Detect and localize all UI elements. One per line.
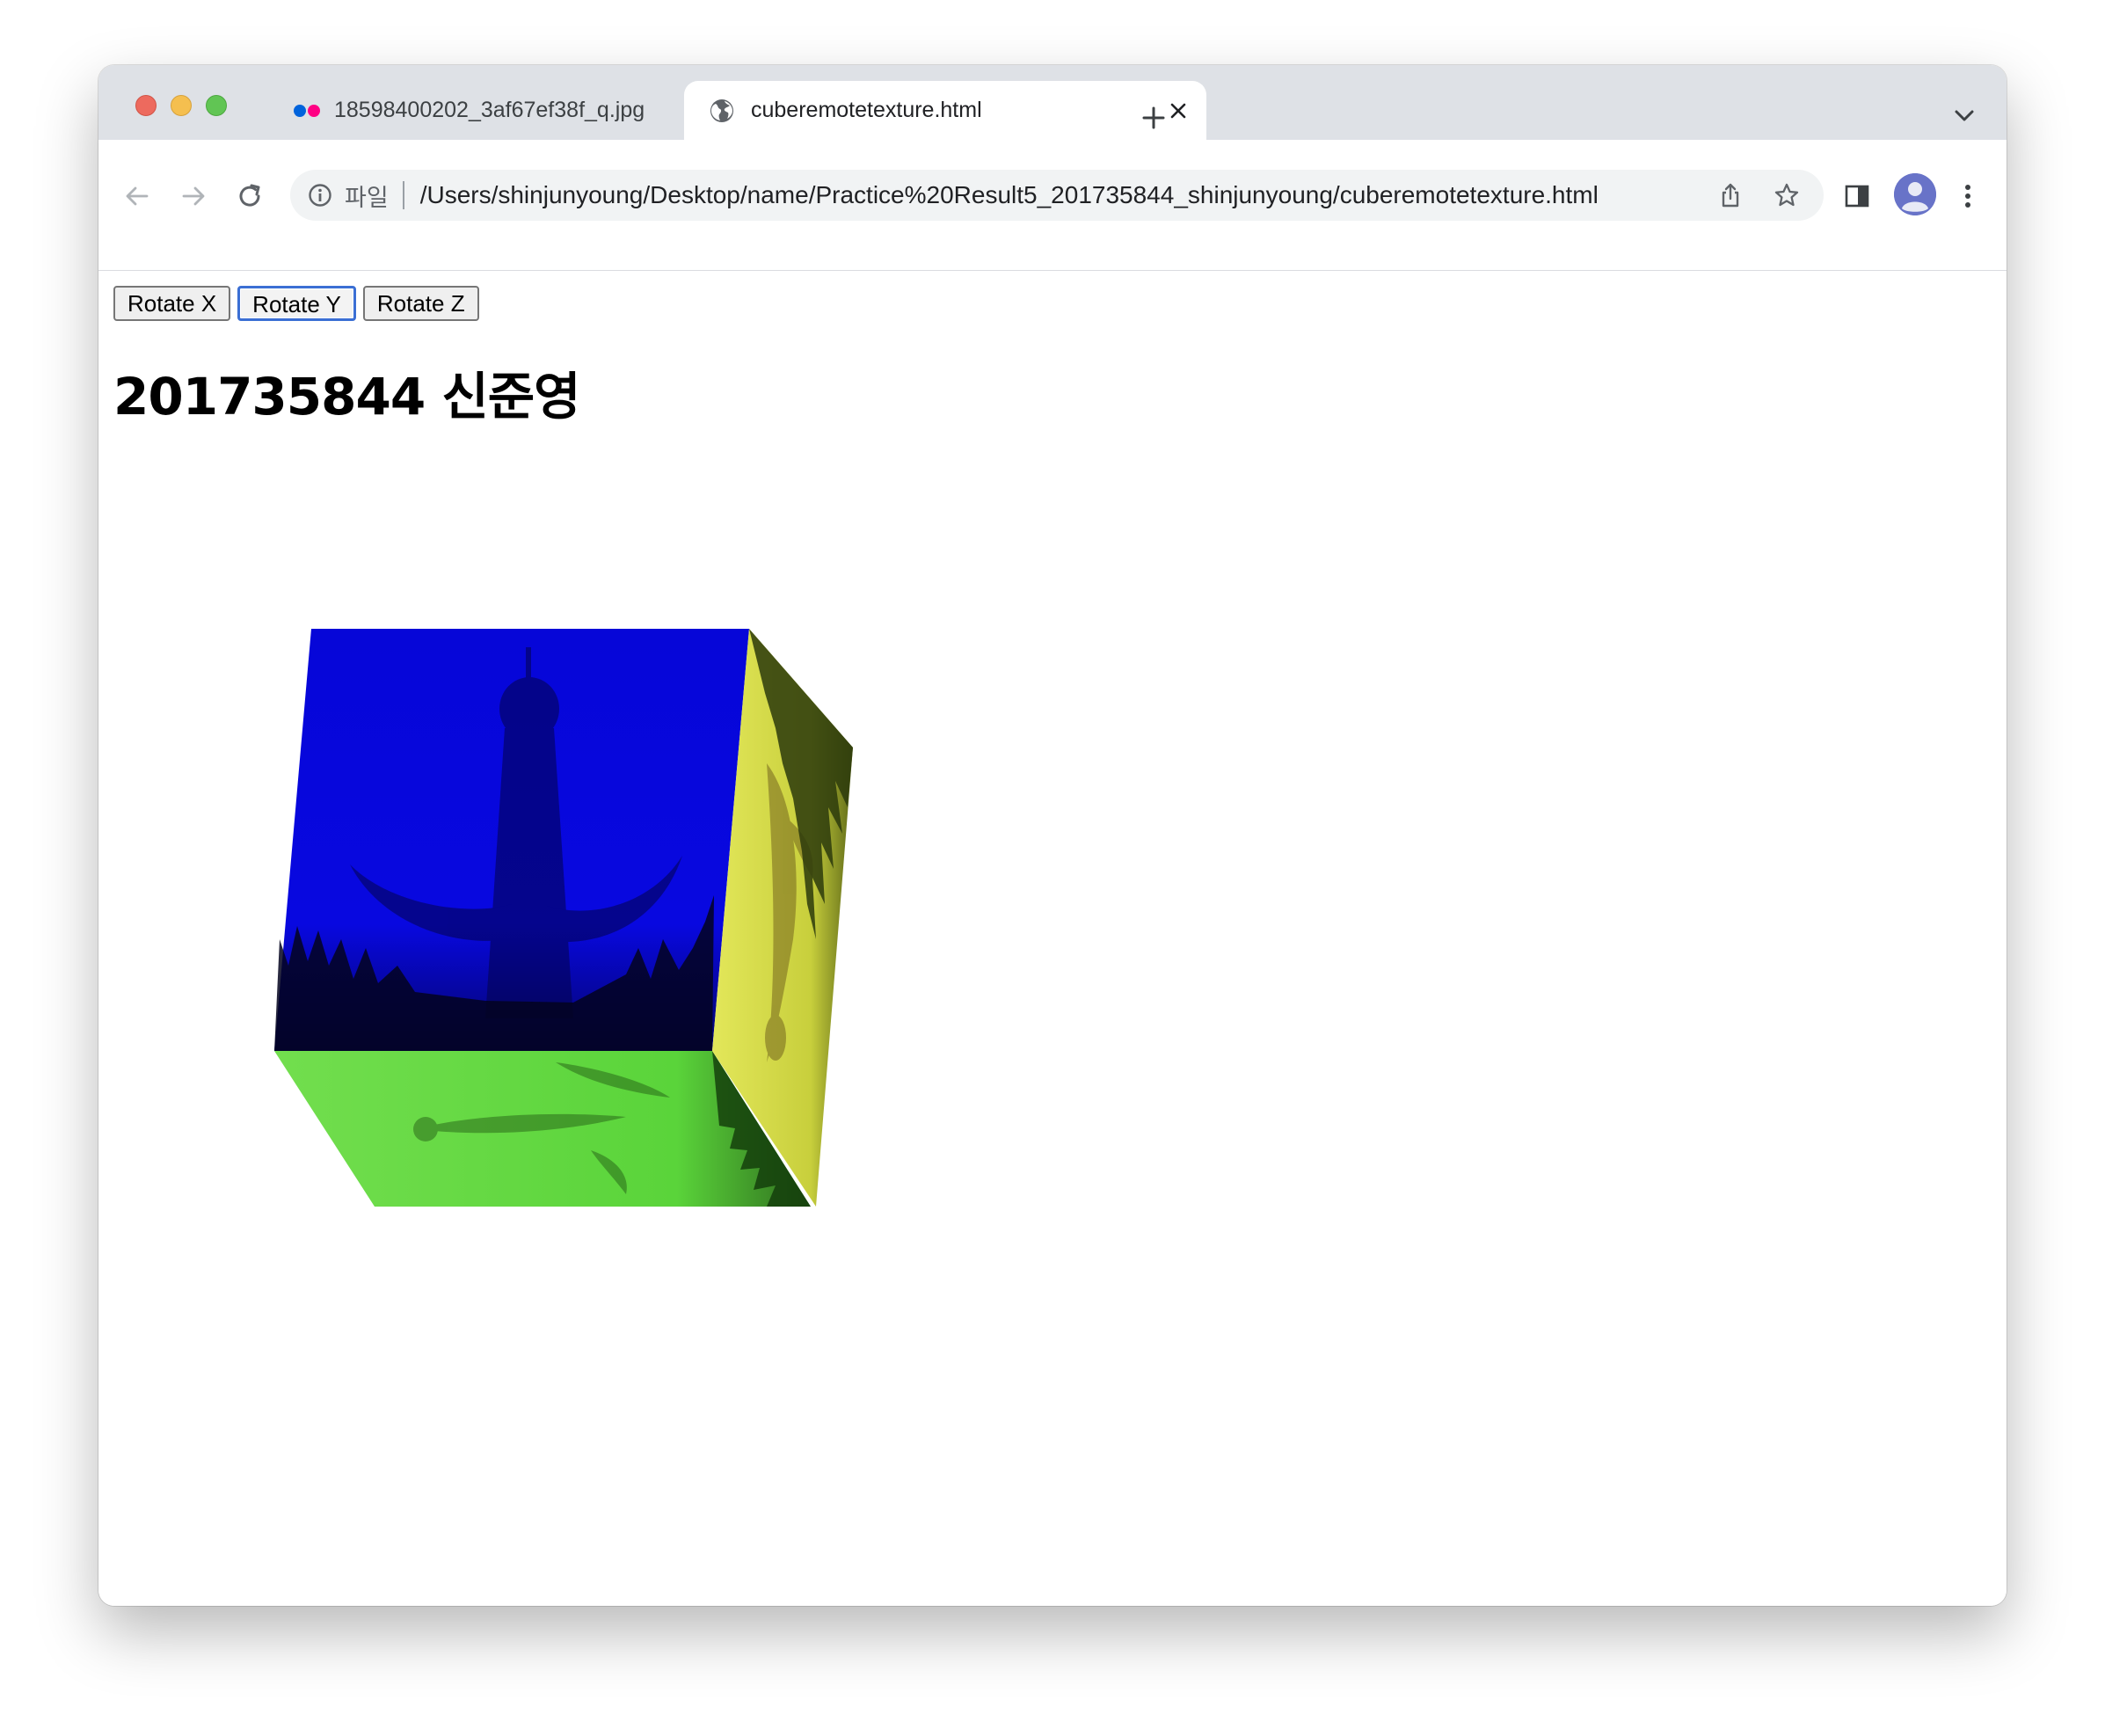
globe-icon bbox=[709, 98, 735, 124]
back-button[interactable] bbox=[116, 175, 158, 217]
bookmark-star-icon[interactable] bbox=[1766, 174, 1808, 216]
reload-button[interactable] bbox=[229, 175, 271, 217]
share-icon[interactable] bbox=[1709, 174, 1752, 216]
forward-button[interactable] bbox=[172, 175, 215, 217]
menu-kebab-icon[interactable] bbox=[1947, 175, 1989, 217]
zoom-window-button[interactable] bbox=[206, 95, 227, 116]
browser-toolbar: 파일 /Users/shinjunyoung/Desktop/name/Prac… bbox=[98, 140, 2007, 271]
info-icon[interactable] bbox=[308, 183, 332, 208]
new-tab-button[interactable] bbox=[1133, 97, 1175, 139]
tab-title: 18598400202_3af67ef38f_q.jpg bbox=[334, 98, 645, 122]
minimize-window-button[interactable] bbox=[171, 95, 192, 116]
tab-cuberemotetexture[interactable]: cuberemotetexture.html bbox=[684, 81, 1206, 140]
profile-avatar[interactable] bbox=[1894, 173, 1936, 215]
webgl-canvas bbox=[274, 629, 853, 1207]
address-bar[interactable]: 파일 /Users/shinjunyoung/Desktop/name/Prac… bbox=[290, 170, 1824, 221]
side-panel-icon[interactable] bbox=[1836, 175, 1878, 217]
tab-title: cuberemotetexture.html bbox=[751, 98, 982, 122]
flickr-icon bbox=[294, 104, 320, 117]
divider bbox=[402, 181, 404, 209]
url-text[interactable]: /Users/shinjunyoung/Desktop/name/Practic… bbox=[420, 181, 1599, 209]
browser-window: 18598400202_3af67ef38f_q.jpg cuberemotet… bbox=[98, 65, 2007, 1606]
scheme-label: 파일 bbox=[345, 184, 389, 211]
page-content: Rotate X Rotate Y Rotate Z 201735844 신준영 bbox=[98, 271, 2007, 1606]
chevron-down-icon[interactable] bbox=[1947, 98, 1982, 134]
tab-strip: 18598400202_3af67ef38f_q.jpg cuberemotet… bbox=[98, 65, 2007, 140]
close-window-button[interactable] bbox=[135, 95, 157, 116]
